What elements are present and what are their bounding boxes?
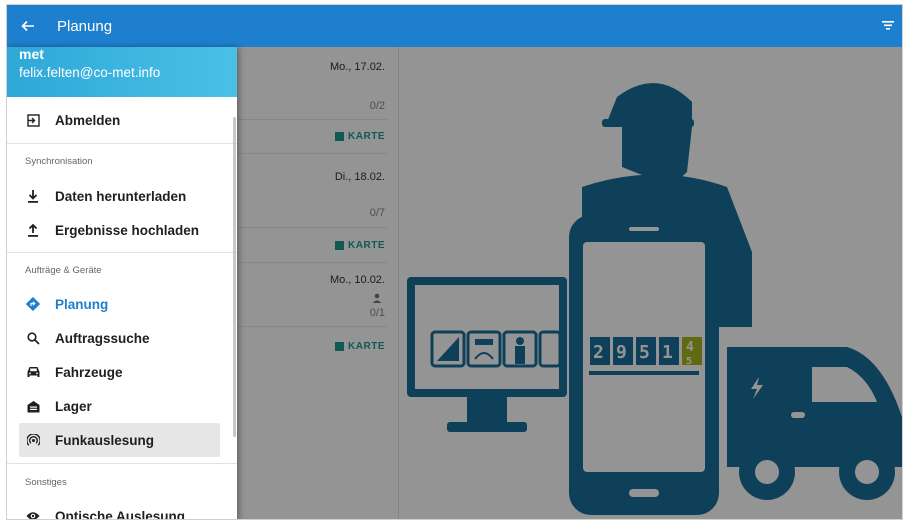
planning-item[interactable]: Planung [7,287,237,321]
upload-item[interactable]: Ergebnisse hochladen [7,213,237,247]
user-name: met [19,47,44,62]
divider [7,143,237,144]
section-orders: Aufträge & Geräte [25,265,102,276]
eye-icon [25,508,41,519]
radio-reading-item[interactable]: Funkauslesung [19,423,220,457]
download-icon [25,188,41,204]
section-other: Sonstiges [25,477,67,488]
optical-reading-item[interactable]: Optische Auslesung [7,499,237,519]
storage-item[interactable]: Lager [7,389,237,423]
drawer-scrollbar[interactable] [233,117,236,437]
user-email: felix.felten@co-met.info [19,65,161,80]
divider [7,463,237,464]
filter-icon[interactable] [880,17,896,33]
drawer-header: met felix.felten@co-met.info [7,47,237,97]
navigation-drawer: met felix.felten@co-met.info Abmelden Sy… [7,47,237,519]
section-sync: Synchronisation [25,156,93,167]
back-button[interactable] [7,5,49,47]
radio-signal-icon [25,432,41,448]
download-item[interactable]: Daten herunterladen [7,179,237,213]
car-icon [25,364,41,380]
vehicles-item[interactable]: Fahrzeuge [7,355,237,389]
order-search-item[interactable]: Auftragssuche [7,321,237,355]
arrow-left-icon [21,20,34,32]
search-icon [25,330,41,346]
upload-icon [25,222,41,238]
logout-item[interactable]: Abmelden [7,103,237,137]
page-title: Planung [57,17,113,35]
logout-icon [25,112,41,128]
directions-icon [25,296,41,312]
divider [7,252,237,253]
warehouse-icon [25,398,41,414]
app-window: Planung Mo., 17.02. 0/2 KARTE Di., 18.02… [6,4,903,520]
app-bar: Planung [7,5,902,47]
